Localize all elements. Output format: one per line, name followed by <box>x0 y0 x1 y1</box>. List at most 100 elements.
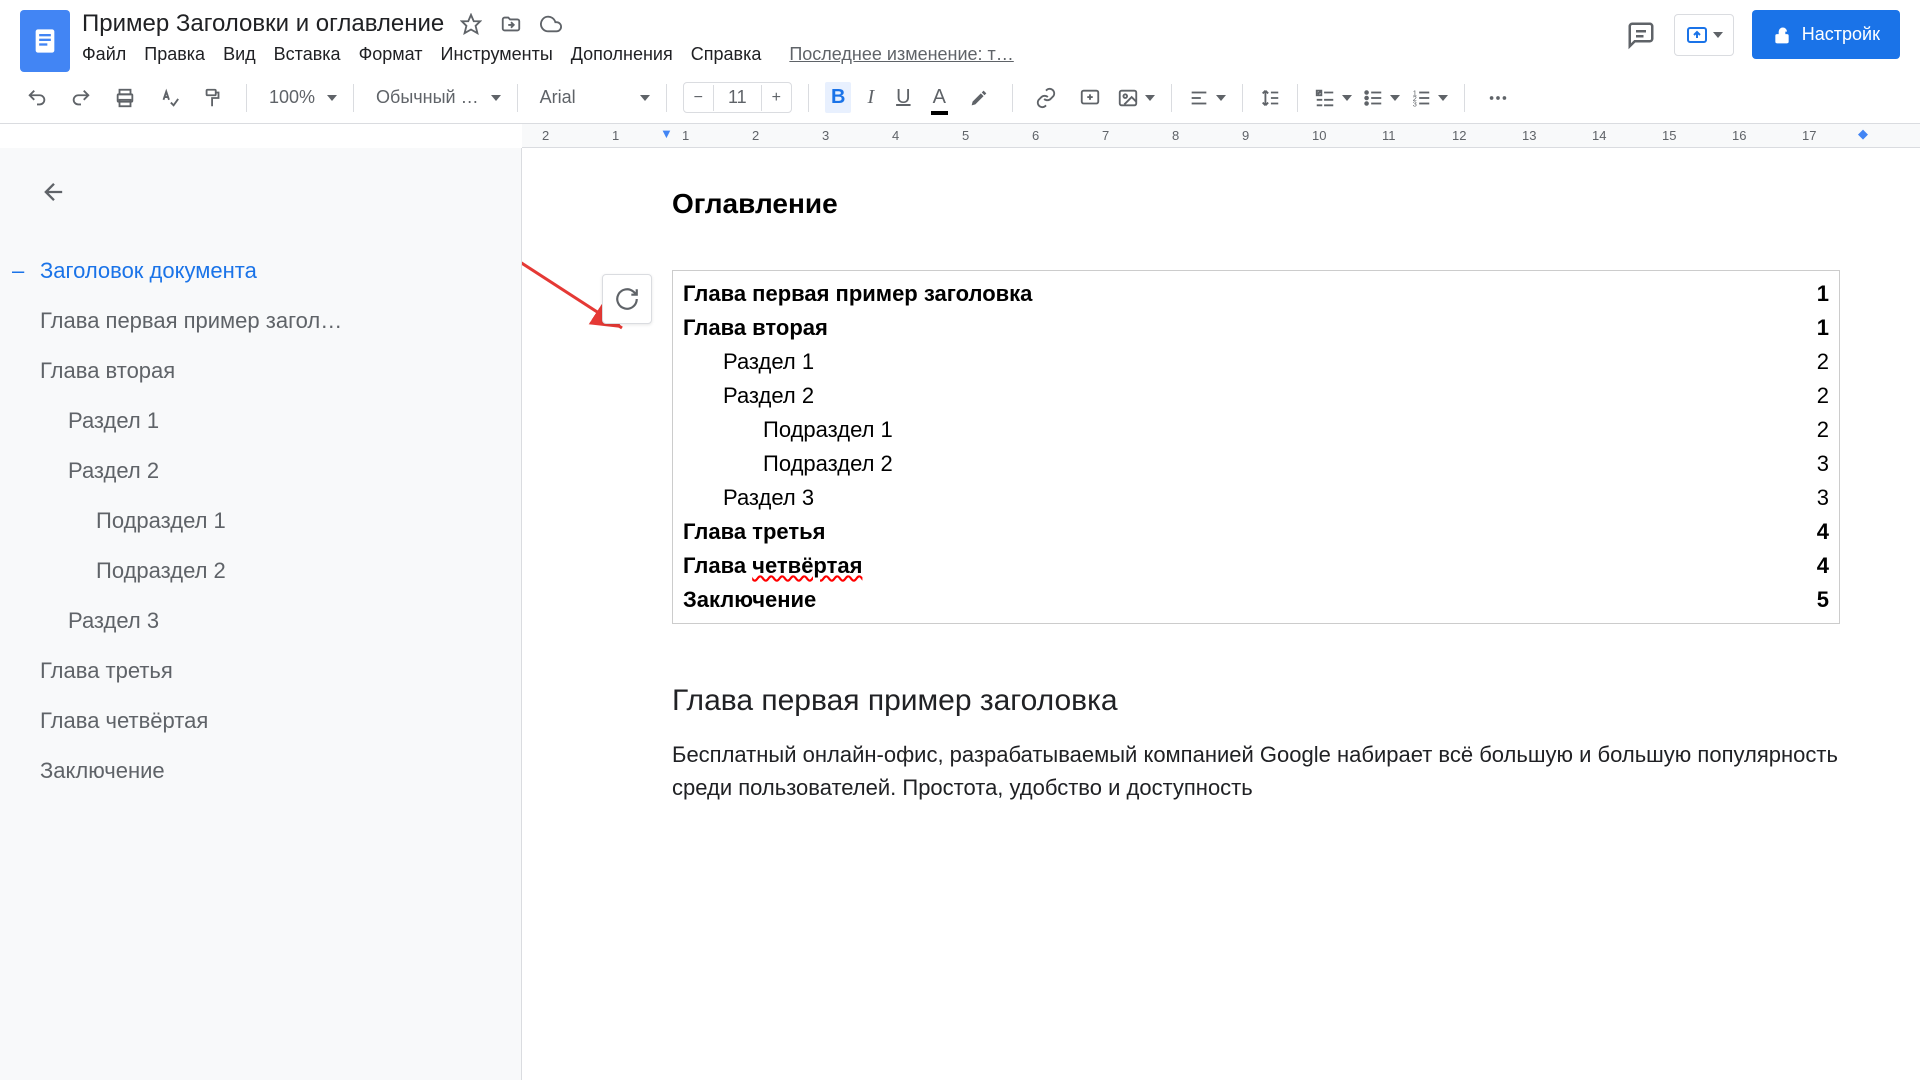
bold-icon[interactable]: B <box>825 82 851 113</box>
link-icon[interactable] <box>1029 83 1063 113</box>
toc-page: 5 <box>1817 587 1829 613</box>
toc-title: Раздел 1 <box>723 349 814 375</box>
star-icon[interactable] <box>460 13 482 35</box>
outline-back-icon[interactable] <box>40 178 481 206</box>
outline-item[interactable]: Раздел 1 <box>40 396 481 446</box>
toc-title: Заключение <box>683 587 816 613</box>
toc-row[interactable]: Глава вторая1 <box>683 311 1829 345</box>
refresh-toc-button[interactable] <box>602 274 652 324</box>
toc-row[interactable]: Глава первая пример заголовка 1 <box>683 277 1829 311</box>
ruler-left-indent[interactable]: ▼ <box>660 126 673 141</box>
menu-format[interactable]: Формат <box>359 44 423 65</box>
cloud-icon[interactable] <box>540 13 562 35</box>
toc-page: 1 <box>1817 315 1829 341</box>
print-icon[interactable] <box>108 83 142 113</box>
outline-item[interactable]: Глава четвёртая <box>40 696 481 746</box>
toc-row[interactable]: Подраздел 23 <box>683 447 1829 481</box>
last-edit-link[interactable]: Последнее изменение: т… <box>789 44 1013 65</box>
underline-icon[interactable]: U <box>890 82 916 113</box>
comment-add-icon[interactable] <box>1073 83 1107 113</box>
comments-icon[interactable] <box>1626 20 1656 50</box>
settings-label: Настройк <box>1802 24 1880 45</box>
ruler-mark: 16 <box>1732 128 1746 143</box>
toc-row[interactable]: Подраздел 12 <box>683 413 1829 447</box>
menu-insert[interactable]: Вставка <box>274 44 341 65</box>
outline-item[interactable]: Подраздел 2 <box>40 546 481 596</box>
toc-row[interactable]: Раздел 12 <box>683 345 1829 379</box>
outline-item[interactable]: Раздел 3 <box>40 596 481 646</box>
text-color-icon[interactable]: A <box>927 82 952 113</box>
align-dropdown[interactable] <box>1188 87 1226 109</box>
menu-help[interactable]: Справка <box>691 44 762 65</box>
toc-row[interactable]: Глава третья4 <box>683 515 1829 549</box>
chapter-heading: Глава первая пример заголовка <box>672 684 1840 718</box>
docs-logo[interactable] <box>20 10 70 72</box>
toc-row[interactable]: Глава четвёртая 4 <box>683 549 1829 583</box>
outline-panel: Заголовок документаГлава первая пример з… <box>0 148 522 1080</box>
italic-icon[interactable]: I <box>861 82 880 113</box>
outline-item[interactable]: Подраздел 1 <box>40 496 481 546</box>
toc-row[interactable]: Заключение 5 <box>683 583 1829 617</box>
toc-page: 2 <box>1817 383 1829 409</box>
ruler-mark: 17 <box>1802 128 1816 143</box>
font-dropdown[interactable]: Arial <box>534 87 650 108</box>
menu-tools[interactable]: Инструменты <box>441 44 553 65</box>
outline-item[interactable]: Глава третья <box>40 646 481 696</box>
ruler-mark: 3 <box>822 128 829 143</box>
body-paragraph: Бесплатный онлайн-офис, разрабатываемый … <box>672 738 1840 804</box>
toc-title: Подраздел 2 <box>763 451 893 477</box>
more-icon[interactable] <box>1481 83 1515 113</box>
toc-page: 3 <box>1817 485 1829 511</box>
toc-page: 4 <box>1817 553 1829 579</box>
move-icon[interactable] <box>500 13 522 35</box>
checklist-icon[interactable] <box>1314 87 1352 109</box>
toc-row[interactable]: Раздел 2 2 <box>683 379 1829 413</box>
ruler-mark: 13 <box>1522 128 1536 143</box>
svg-text:3: 3 <box>1413 99 1417 108</box>
font-size-increase[interactable]: + <box>761 85 791 111</box>
menu-view[interactable]: Вид <box>223 44 256 65</box>
ruler-right-indent[interactable]: ◆ <box>1858 126 1868 142</box>
spellcheck-icon[interactable] <box>152 83 186 113</box>
share-settings-button[interactable]: Настройк <box>1752 10 1900 59</box>
toc-title: Глава третья <box>683 519 825 545</box>
style-dropdown[interactable]: Обычный … <box>370 87 501 108</box>
redo-icon[interactable] <box>64 83 98 113</box>
image-dropdown[interactable] <box>1117 87 1155 109</box>
ruler-mark: 14 <box>1592 128 1606 143</box>
toc-title: Раздел 2 <box>723 383 814 409</box>
font-size-value[interactable]: 11 <box>714 83 761 112</box>
outline-item[interactable]: Раздел 2 <box>40 446 481 496</box>
menu-addons[interactable]: Дополнения <box>571 44 673 65</box>
ruler-mark: 15 <box>1662 128 1676 143</box>
document-canvas[interactable]: Оглавление Глава первая пример заголовка… <box>522 148 1920 1080</box>
ruler-mark: 11 <box>1382 128 1396 143</box>
bullet-list-dropdown[interactable] <box>1362 87 1400 109</box>
document-title[interactable]: Пример Заголовки и оглавление <box>82 10 444 38</box>
ruler-mark: 9 <box>1242 128 1249 143</box>
undo-icon[interactable] <box>20 83 54 113</box>
toc-title: Глава первая пример заголовка <box>683 281 1032 307</box>
paint-format-icon[interactable] <box>196 83 230 113</box>
ruler-mark: 2 <box>542 128 549 143</box>
outline-item[interactable]: Глава вторая <box>40 346 481 396</box>
ruler[interactable]: ▼ ◆ 211234567891011121314151617 <box>522 124 1920 148</box>
outline-item[interactable]: Заключение <box>40 746 481 796</box>
ruler-mark: 1 <box>612 128 619 143</box>
font-size-decrease[interactable]: − <box>684 85 714 111</box>
highlight-icon[interactable] <box>962 83 996 113</box>
ruler-mark: 2 <box>752 128 759 143</box>
outline-item[interactable]: Заголовок документа <box>40 246 481 296</box>
present-button[interactable] <box>1674 14 1734 56</box>
menu-edit[interactable]: Правка <box>144 44 205 65</box>
toc-page: 1 <box>1817 281 1829 307</box>
line-spacing-dropdown[interactable] <box>1259 87 1281 109</box>
table-of-contents[interactable]: Глава первая пример заголовка1Глава втор… <box>672 270 1840 624</box>
menu-file[interactable]: Файл <box>82 44 126 65</box>
numbered-list-dropdown[interactable]: 123 <box>1410 87 1448 109</box>
toc-page: 2 <box>1817 417 1829 443</box>
zoom-dropdown[interactable]: 100% <box>263 87 337 108</box>
toc-title: Глава четвёртая <box>683 553 862 579</box>
toc-row[interactable]: Раздел 33 <box>683 481 1829 515</box>
outline-item[interactable]: Глава первая пример загол… <box>40 296 481 346</box>
